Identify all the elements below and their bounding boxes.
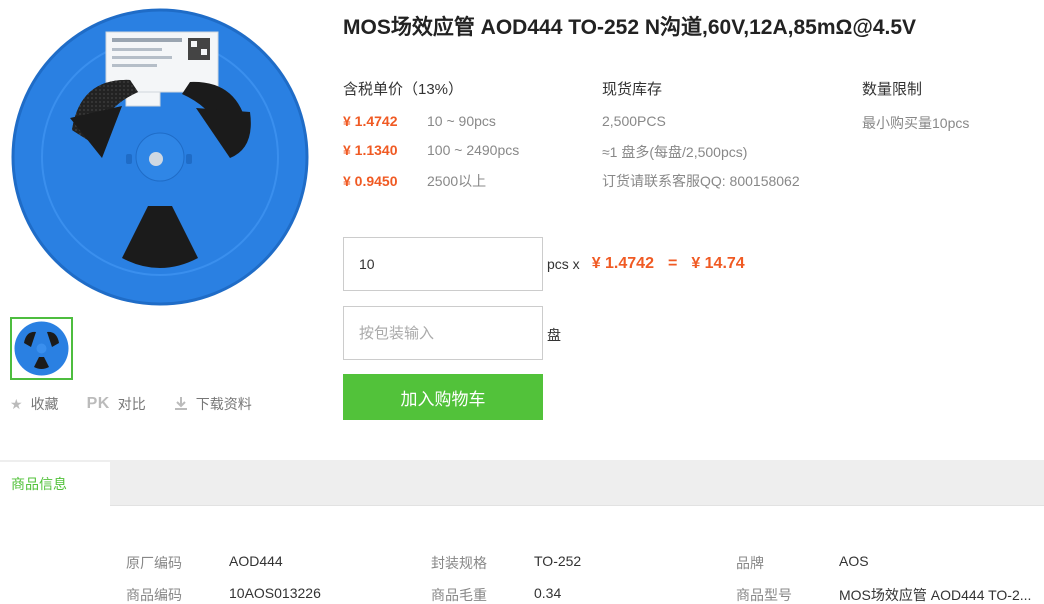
product-main-image	[10, 8, 310, 306]
info-label: 封装规格	[431, 555, 487, 571]
reel-thumbnail	[14, 321, 69, 376]
limit-header: 数量限制	[862, 81, 923, 98]
price-calculation: pcs x ¥ 1.4742 = ¥ 14.74	[547, 255, 745, 273]
price-header: 含税单价（13%）	[343, 81, 464, 98]
min-order-text: 最小购买量10pcs	[862, 115, 970, 131]
stock-header: 现货库存	[602, 81, 663, 98]
quantity-input[interactable]	[343, 237, 543, 291]
star-icon: ★	[10, 395, 23, 412]
favorite-label: 收藏	[30, 396, 59, 412]
stock-quantity: 2,500PCS	[602, 113, 666, 129]
info-label: 商品型号	[736, 587, 792, 603]
info-value: MOS场效应管 AOD444 TO-2...	[839, 587, 1032, 603]
stock-reel-info: ≈1 盘多(每盘/2,500pcs)	[602, 144, 748, 160]
pk-icon: PK	[86, 395, 110, 412]
favorite-action[interactable]: ★ 收藏	[10, 394, 59, 414]
info-value: TO-252	[534, 553, 582, 569]
download-icon	[174, 396, 188, 413]
equals-sign: =	[667, 255, 678, 272]
compare-action[interactable]: PK 对比	[87, 394, 146, 414]
pack-quantity-input[interactable]	[343, 306, 543, 360]
tier-range: 10 ~ 90pcs	[427, 113, 496, 129]
info-value: 0.34	[534, 585, 562, 601]
reel-image	[11, 8, 309, 306]
info-label: 商品编码	[126, 587, 182, 603]
tab-product-info[interactable]: 商品信息	[0, 460, 110, 506]
price-tier: ¥ 1.4742 10 ~ 90pcs	[343, 113, 496, 129]
stock-contact: 订货请联系客服QQ: 800158062	[602, 173, 800, 189]
total-price: ¥ 14.74	[691, 255, 745, 272]
tier-range: 100 ~ 2490pcs	[427, 142, 520, 158]
price-tier: ¥ 1.1340 100 ~ 2490pcs	[343, 142, 519, 158]
unit-label: pcs x	[547, 256, 580, 272]
tier-price: ¥ 0.9450	[343, 173, 398, 189]
product-title: MOS场效应管 AOD444 TO-252 N沟道,60V,12A,85mΩ@4…	[343, 16, 917, 39]
product-actions: ★ 收藏 PK 对比 下载资料	[10, 394, 280, 414]
pack-unit-label: 盘	[547, 327, 561, 343]
detail-tabbar: 商品信息	[0, 460, 1044, 506]
add-to-cart-button[interactable]: 加入购物车	[343, 374, 543, 420]
info-label: 商品毛重	[431, 587, 487, 603]
compare-label: 对比	[117, 396, 146, 412]
price-tier: ¥ 0.9450 2500以上	[343, 171, 486, 191]
info-label: 原厂编码	[126, 555, 182, 571]
download-action[interactable]: 下载资料	[174, 394, 252, 414]
tier-range: 2500以上	[427, 173, 487, 189]
info-value: AOD444	[229, 553, 283, 569]
tier-price: ¥ 1.1340	[343, 142, 398, 158]
info-value: AOS	[839, 553, 869, 569]
tier-price: ¥ 1.4742	[343, 113, 398, 129]
info-label: 品牌	[736, 555, 764, 571]
download-label: 下载资料	[195, 396, 252, 412]
product-thumbnail[interactable]	[10, 317, 73, 380]
unit-price: ¥ 1.4742	[591, 255, 654, 272]
info-value: 10AOS013226	[229, 585, 321, 601]
